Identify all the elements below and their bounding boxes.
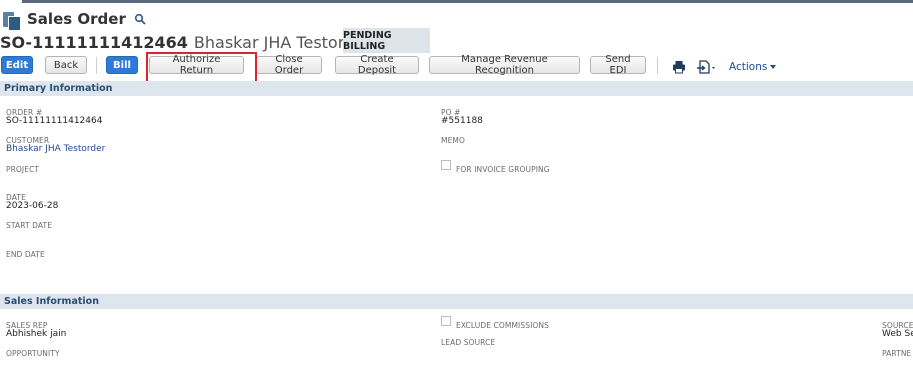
bill-button[interactable]: Bill: [106, 56, 138, 74]
actions-menu[interactable]: Actions: [729, 61, 777, 73]
actions-label: Actions: [729, 61, 768, 73]
lead-source-label: LEAD SOURCE: [441, 338, 496, 347]
record-heading: SO-11111111412464 Bhaskar JHA Testorder: [0, 31, 371, 53]
print-icon[interactable]: [672, 59, 686, 74]
toolbar-separator: [96, 57, 97, 74]
invoice-grouping-checkbox[interactable]: [441, 160, 451, 170]
top-bar-strip: [22, 0, 913, 3]
end-date-label: END DATE: [6, 250, 45, 259]
search-icon[interactable]: [134, 13, 146, 25]
invoice-grouping-label: FOR INVOICE GROUPING: [456, 165, 550, 174]
chevron-down-icon: [770, 65, 777, 69]
sales-order-icon: [3, 9, 21, 31]
opportunity-label: OPPORTUNITY: [6, 349, 60, 358]
source-value: Web Se: [882, 329, 913, 339]
sales-rep-value: Abhishek jain: [6, 329, 67, 339]
top-bar: [0, 0, 913, 3]
edit-button[interactable]: Edit: [1, 56, 33, 74]
toolbar-separator: [657, 57, 658, 74]
record-number: SO-11111111412464: [0, 32, 188, 52]
order-number-value: SO-11111111412464: [6, 116, 103, 126]
project-label: PROJECT: [6, 165, 40, 174]
page-title: Sales Order: [27, 10, 126, 28]
memo-label: MEMO: [441, 136, 465, 145]
primary-information-header[interactable]: Primary Information: [0, 81, 913, 96]
customer-link[interactable]: Bhaskar JHA Testorder: [6, 144, 105, 154]
manage-revenue-recognition-button[interactable]: Manage Revenue Recognition: [429, 54, 580, 76]
status-badge: PENDING BILLING: [343, 28, 430, 53]
close-order-button[interactable]: Close Order: [256, 54, 322, 76]
create-deposit-button[interactable]: Create Deposit: [335, 54, 419, 76]
send-edi-button[interactable]: Send EDI: [590, 54, 646, 76]
start-date-label: START DATE: [6, 221, 53, 230]
exclude-commissions-label: EXCLUDE COMMISSIONS: [456, 321, 549, 330]
title-row: Sales Order: [3, 8, 146, 31]
sales-information-header[interactable]: Sales Information: [0, 294, 913, 309]
export-menu-icon[interactable]: [697, 59, 715, 74]
back-button[interactable]: Back: [45, 56, 87, 74]
po-number-value: #551188: [441, 116, 483, 126]
partner-label: PARTNE: [882, 349, 912, 358]
date-value: 2023-06-28: [6, 201, 59, 211]
exclude-commissions-checkbox[interactable]: [441, 316, 451, 326]
